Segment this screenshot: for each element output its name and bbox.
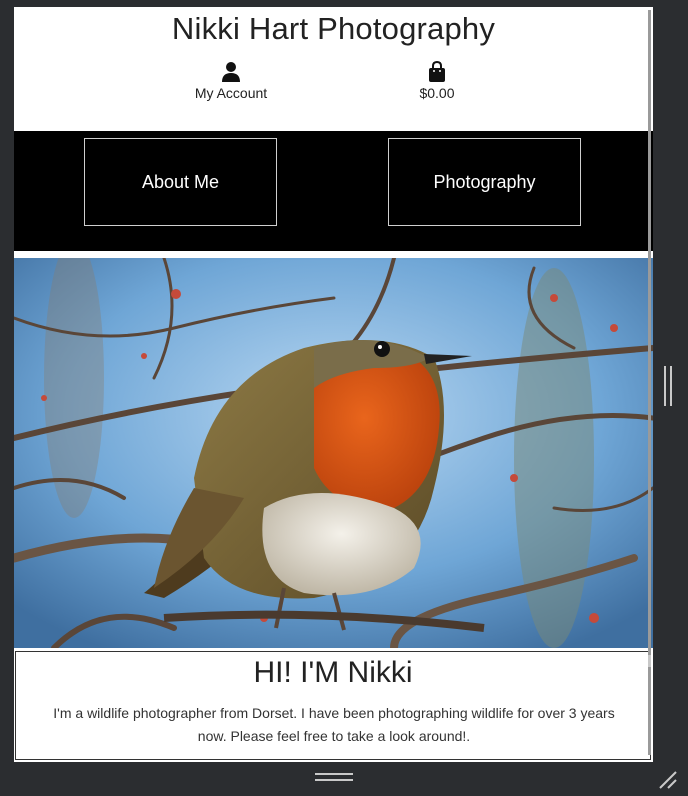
site-header: Nikki Hart Photography My Account $0.00 bbox=[14, 7, 653, 131]
inner-scrollbar[interactable] bbox=[648, 10, 651, 755]
nav-about-me-button[interactable]: About Me bbox=[84, 138, 277, 226]
robin-photo-illustration bbox=[14, 258, 653, 648]
intro-heading: HI! I'M Nikki bbox=[253, 656, 413, 689]
window-top-border bbox=[0, 0, 688, 7]
bottom-resize-handle[interactable] bbox=[315, 773, 353, 783]
my-account-link[interactable]: My Account bbox=[161, 61, 301, 101]
intro-section: HI! I'M Nikki I'm a wildlife photographe… bbox=[15, 651, 651, 760]
inner-scrollbar-thumb[interactable] bbox=[648, 655, 651, 667]
user-icon bbox=[161, 61, 301, 83]
my-account-label: My Account bbox=[194, 85, 268, 101]
site-title[interactable]: Nikki Hart Photography bbox=[14, 11, 653, 47]
shopping-bag-icon bbox=[367, 60, 507, 83]
intro-text: I'm a wildlife photographer from Dorset.… bbox=[53, 705, 615, 744]
side-resize-handle[interactable] bbox=[664, 366, 674, 406]
shopping-bag-link[interactable]: $0.00 bbox=[367, 60, 507, 101]
resize-grip-icon[interactable] bbox=[656, 768, 680, 790]
main-nav: About Me Photography bbox=[14, 131, 653, 251]
hero-image-robin bbox=[14, 258, 653, 648]
nav-photography-button[interactable]: Photography bbox=[388, 138, 581, 226]
page-viewport: Nikki Hart Photography My Account $0.00 bbox=[14, 7, 653, 762]
cart-total: $0.00 bbox=[419, 85, 455, 101]
